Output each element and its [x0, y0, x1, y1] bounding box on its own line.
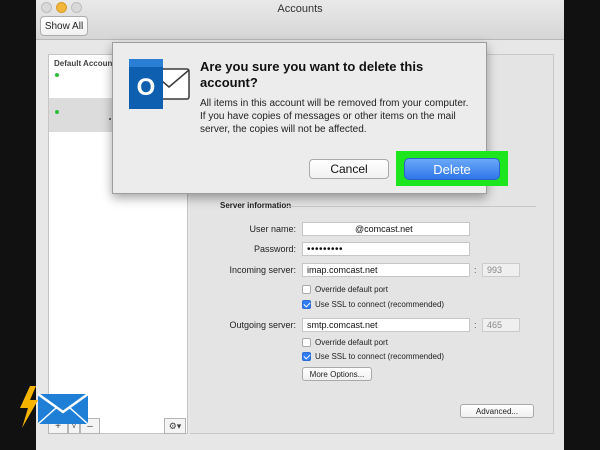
window-title: Accounts — [277, 3, 323, 15]
incoming-server-label: Incoming server: — [229, 265, 296, 275]
incoming-server-input[interactable]: imap.comcast.net — [302, 263, 470, 277]
use-ssl-label: Use SSL to connect (recommended) — [315, 300, 445, 309]
svg-text:O: O — [137, 74, 156, 101]
section-divider — [286, 206, 536, 207]
incoming-use-ssl-checkbox[interactable] — [302, 300, 311, 309]
use-ssl-label: Use SSL to connect (recommended) — [315, 352, 445, 361]
account-status-icon — [55, 110, 59, 114]
title-bar: Accounts Show All — [36, 0, 564, 40]
outgoing-override-port-checkbox[interactable] — [302, 338, 311, 347]
password-label: Password: — [253, 244, 296, 254]
mail-lightning-logo — [20, 386, 89, 428]
outgoing-server-label: Outgoing server: — [229, 320, 296, 330]
account-row-mark — [109, 118, 111, 120]
more-options-button[interactable]: More Options... — [302, 367, 372, 381]
port-separator: : — [474, 265, 477, 275]
dialog-title: Are you sure you want to delete this acc… — [200, 59, 424, 90]
override-port-label: Override default port — [315, 338, 388, 347]
delete-account-dialog: O Are you sure you want to delete this a… — [112, 42, 508, 194]
incoming-override-port-checkbox[interactable] — [302, 285, 311, 294]
delete-button-highlight: Delete — [396, 151, 508, 186]
default-account-label: Default Account — [54, 59, 116, 68]
gear-icon[interactable]: ⚙▾ — [164, 418, 186, 434]
password-input[interactable]: ••••••••• — [302, 242, 470, 256]
outgoing-use-ssl-checkbox[interactable] — [302, 352, 311, 361]
dialog-message: All items in this account will be remove… — [200, 98, 469, 135]
advanced-button[interactable]: Advanced... — [460, 404, 534, 418]
port-separator: : — [474, 320, 477, 330]
username-label: User name: — [249, 224, 296, 234]
outgoing-port-input[interactable]: 465 — [482, 318, 520, 332]
server-info-title: Server information — [220, 201, 292, 210]
delete-button[interactable]: Delete — [404, 158, 500, 180]
username-input[interactable]: @comcast.net — [302, 222, 470, 236]
incoming-port-input[interactable]: 993 — [482, 263, 520, 277]
override-port-label: Override default port — [315, 285, 388, 294]
show-all-button[interactable]: Show All — [40, 16, 88, 36]
outlook-icon: O — [129, 59, 190, 109]
account-status-icon — [55, 73, 59, 77]
cancel-button[interactable]: Cancel — [309, 159, 389, 179]
outgoing-server-input[interactable]: smtp.comcast.net — [302, 318, 470, 332]
